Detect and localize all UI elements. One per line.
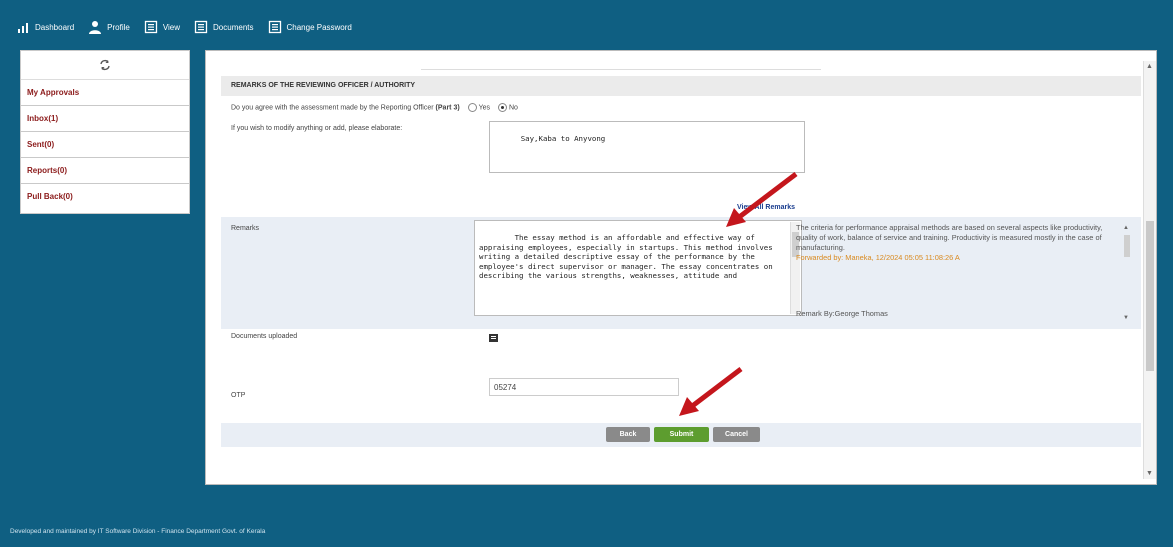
agree-question: Do you agree with the assessment made by… xyxy=(231,104,434,112)
scroll-up-icon[interactable]: ▲ xyxy=(1123,223,1129,233)
scroll-down-icon[interactable]: ▼ xyxy=(1123,313,1129,323)
previous-remarks-scrollbar[interactable]: ▲ ▼ xyxy=(1123,223,1131,323)
sidebar-item-pull-back[interactable]: Pull Back(0) xyxy=(21,184,189,209)
submit-button[interactable]: Submit xyxy=(654,427,709,442)
radio-yes-label: Yes xyxy=(478,104,491,112)
remarks-value: The essay method is an affordable and ef… xyxy=(479,233,778,281)
previous-remark-text: The criteria for performance appraisal m… xyxy=(796,223,1103,252)
top-navigation-bar: Dashboard Profile View Documents Change … xyxy=(0,0,1173,52)
nav-menu: Dashboard Profile View Documents Change … xyxy=(16,20,352,34)
section-title: REMARKS OF THE REVIEWING OFFICER / AUTHO… xyxy=(221,76,1141,96)
footer-text: Developed and maintained by IT Software … xyxy=(10,528,266,535)
document-icon xyxy=(144,20,157,34)
nav-dashboard[interactable]: Dashboard xyxy=(16,20,74,34)
modify-label: If you wish to modify anything or add, p… xyxy=(231,125,403,132)
remarks-textarea[interactable]: The essay method is an affordable and ef… xyxy=(474,220,802,316)
divider xyxy=(421,69,821,70)
sidebar-item-inbox[interactable]: Inbox(1) xyxy=(21,106,189,132)
radio-yes[interactable] xyxy=(467,103,477,112)
radio-no-label: No xyxy=(509,104,518,112)
radio-no[interactable] xyxy=(498,103,507,112)
sidebar-item-sent[interactable]: Sent(0) xyxy=(21,132,189,158)
modify-value: Say,Kaba to Anyvong xyxy=(520,134,606,144)
sidebar-item-reports[interactable]: Reports(0) xyxy=(21,158,189,184)
scroll-down-icon[interactable]: ▼ xyxy=(1146,470,1153,477)
previous-remark-author: Remark By:George Thomas xyxy=(796,309,888,318)
user-icon xyxy=(89,21,102,34)
sidebar-toggle[interactable] xyxy=(21,51,189,80)
nav-change-password[interactable]: Change Password xyxy=(268,20,352,34)
document-icon[interactable] xyxy=(489,334,498,342)
document-icon xyxy=(268,20,281,34)
documents-label: Documents uploaded xyxy=(231,333,298,340)
view-all-remarks-link[interactable]: View All Remarks xyxy=(737,204,795,211)
previous-remarks-scrollbar-thumb[interactable] xyxy=(1124,235,1130,257)
scrollbar-thumb[interactable] xyxy=(1146,221,1154,371)
main-panel: ▲ ▼ REMARKS OF THE REVIEWING OFFICER / A… xyxy=(205,50,1157,485)
nav-change-password-label: Change Password xyxy=(286,22,352,32)
nav-profile[interactable]: Profile xyxy=(88,20,130,34)
nav-documents-label: Documents xyxy=(213,22,254,32)
nav-profile-label: Profile xyxy=(107,22,130,32)
cancel-button[interactable]: Cancel xyxy=(713,427,760,442)
otp-input[interactable]: 05274 xyxy=(489,378,679,396)
back-button[interactable]: Back xyxy=(606,427,650,442)
otp-value: 05274 xyxy=(494,383,517,392)
nav-view-label: View xyxy=(162,22,181,32)
nav-dashboard-label: Dashboard xyxy=(35,22,75,32)
previous-remark-forwarded: Forwarded by: Maneka, 12/2024 05:05 11:0… xyxy=(796,253,960,262)
refresh-icon xyxy=(100,59,110,71)
document-icon xyxy=(194,20,208,34)
scroll-up-icon[interactable]: ▲ xyxy=(1146,63,1153,70)
agree-part: (Part 3) xyxy=(435,104,460,112)
sidebar: My Approvals Inbox(1) Sent(0) Reports(0)… xyxy=(20,50,190,214)
page-scrollbar[interactable]: ▲ ▼ xyxy=(1143,61,1156,479)
otp-label: OTP xyxy=(231,392,246,399)
nav-view[interactable]: View xyxy=(144,20,180,34)
agree-row: Do you agree with the assessment made by… xyxy=(231,103,518,112)
bar-chart-icon xyxy=(18,23,28,33)
sidebar-item-my-approvals[interactable]: My Approvals xyxy=(21,80,189,106)
action-buttons-row: Back Submit Cancel xyxy=(221,423,1141,447)
previous-remarks-panel: The criteria for performance appraisal m… xyxy=(796,223,1131,323)
remarks-row: Remarks The essay method is an affordabl… xyxy=(221,217,1141,329)
modify-textarea[interactable]: Say,Kaba to Anyvong xyxy=(489,121,805,173)
nav-documents[interactable]: Documents xyxy=(194,20,254,34)
remarks-label: Remarks xyxy=(231,225,260,232)
